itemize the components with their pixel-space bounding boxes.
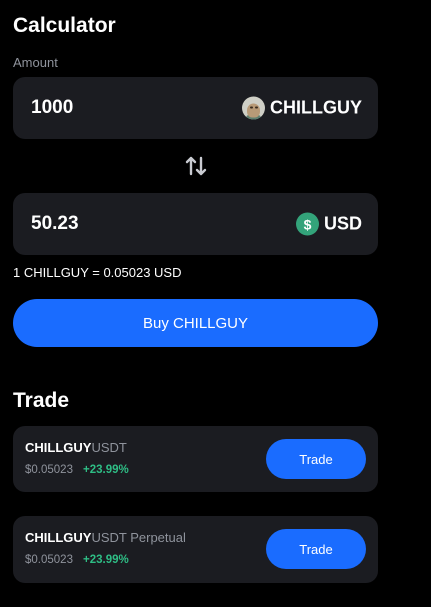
- currency-unit-label: USD: [323, 213, 362, 234]
- trade-button[interactable]: Trade: [266, 529, 366, 569]
- trade-price: $0.05023: [25, 464, 73, 476]
- amount-from-value[interactable]: 1000: [31, 97, 73, 119]
- calculator-title: Calculator: [13, 14, 116, 37]
- amount-to-field[interactable]: 50.23 $ USD: [13, 193, 378, 255]
- exchange-rate-text: 1 CHILLGUY = 0.05023 USD: [13, 265, 182, 280]
- trade-price: $0.05023: [25, 554, 73, 566]
- trade-card-spot: CHILLGUYUSDT $0.05023 +23.99% Trade: [13, 426, 378, 492]
- trade-pair: CHILLGUYUSDT Perpetual: [25, 530, 186, 545]
- trade-card-perpetual: CHILLGUYUSDT Perpetual $0.05023 +23.99% …: [13, 516, 378, 583]
- buy-button[interactable]: Buy CHILLGUY: [13, 299, 378, 347]
- usd-icon: $: [295, 212, 319, 236]
- trade-section-title: Trade: [13, 389, 70, 412]
- currency-selector[interactable]: $ USD: [295, 212, 362, 236]
- token-unit-label: CHILLGUY: [270, 97, 362, 118]
- amount-label: Amount: [13, 55, 58, 70]
- trade-pair: CHILLGUYUSDT: [25, 440, 127, 455]
- amount-from-field[interactable]: 1000 CHILLGUY: [13, 77, 378, 139]
- amount-to-value[interactable]: 50.23: [31, 213, 79, 235]
- swap-arrows-icon[interactable]: [184, 154, 208, 178]
- trade-button[interactable]: Trade: [266, 439, 366, 479]
- trade-change: +23.99%: [83, 554, 129, 566]
- trade-pair-quote: USDT Perpetual: [91, 530, 186, 545]
- trade-pair-base: CHILLGUY: [25, 530, 92, 545]
- token-selector[interactable]: CHILLGUY: [242, 96, 362, 120]
- chillguy-token-icon: [242, 96, 265, 120]
- trade-pair-base: CHILLGUY: [25, 440, 92, 455]
- trade-change: +23.99%: [83, 464, 129, 476]
- trade-pair-quote: USDT: [91, 440, 127, 455]
